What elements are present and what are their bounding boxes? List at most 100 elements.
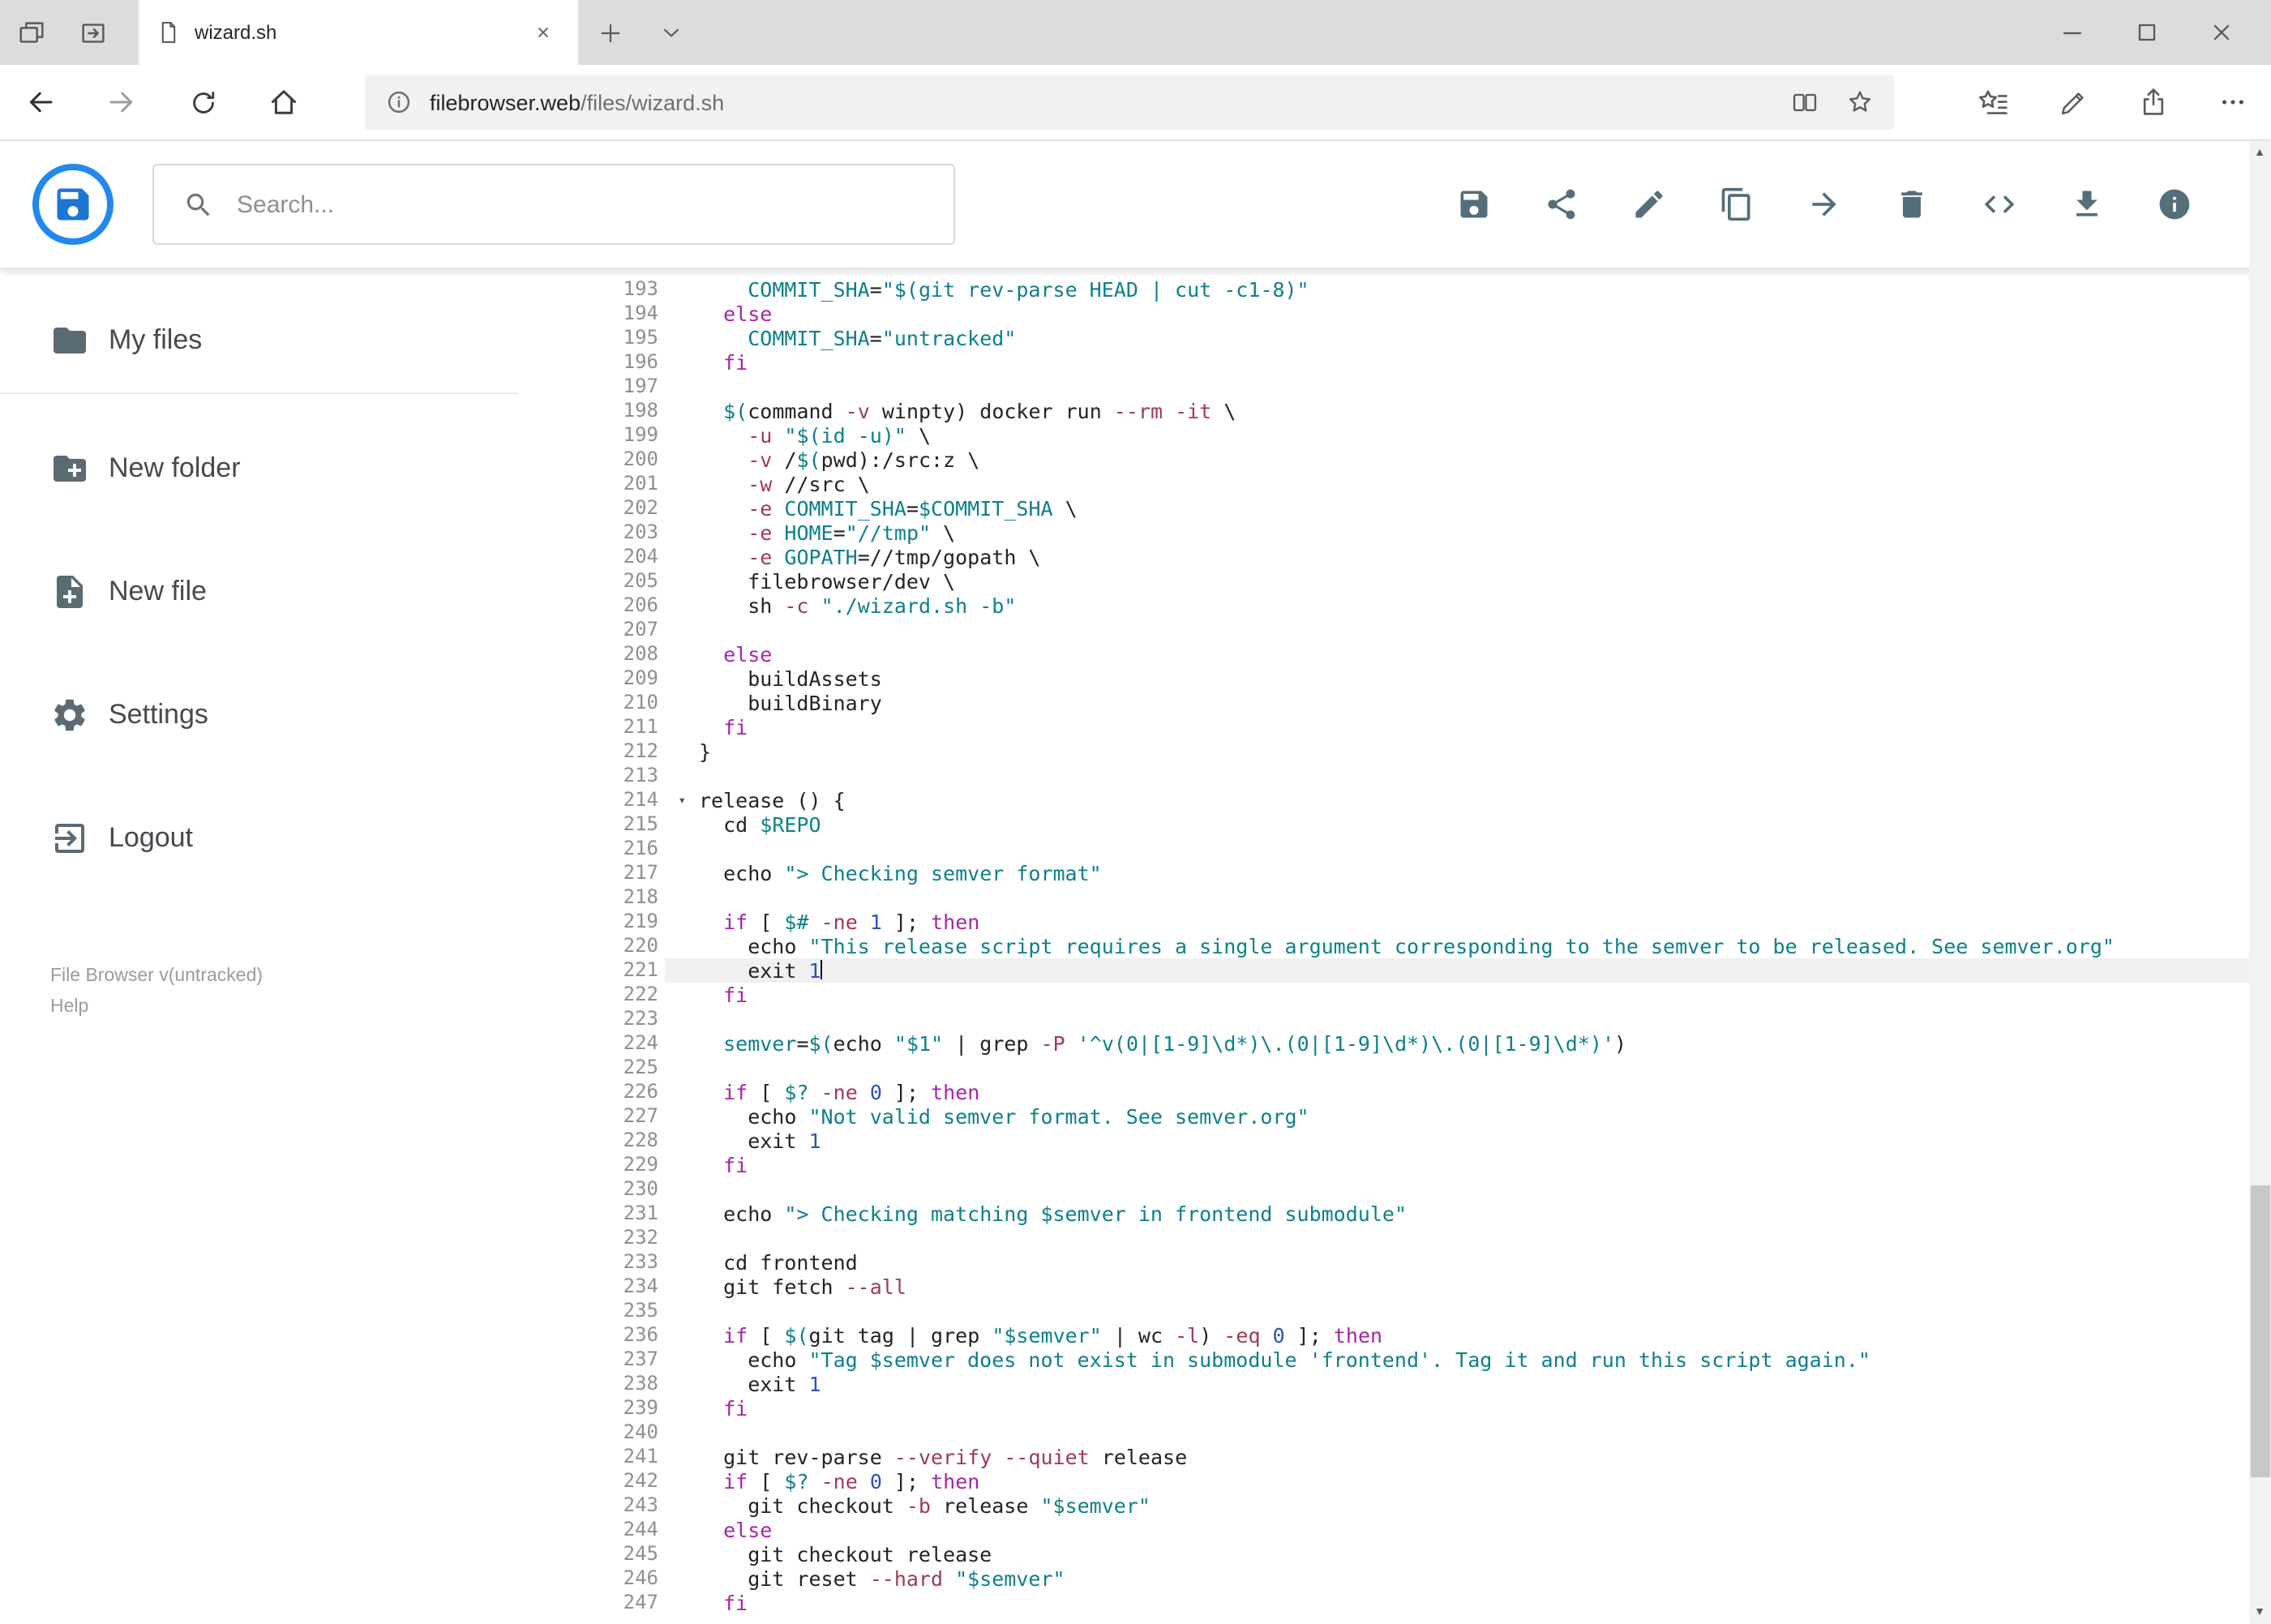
back-button[interactable] [0, 65, 81, 139]
code-line[interactable]: 229 fi [519, 1153, 2248, 1177]
scrollbar-thumb[interactable] [2250, 1185, 2269, 1477]
vertical-scrollbar[interactable]: ▲ ▼ [2248, 141, 2271, 1624]
scrollbar-down-arrow-icon[interactable]: ▼ [2248, 1600, 2271, 1624]
code-line[interactable]: 202 -e COMMIT_SHA=$COMMIT_SHA \ [519, 496, 2248, 521]
code-line[interactable]: 246 git reset --hard "$semver" [519, 1566, 2248, 1591]
sidebar-item-logout[interactable]: Logout [0, 790, 519, 887]
code-line[interactable]: 245 git checkout release [519, 1542, 2248, 1566]
code-line[interactable]: 199 -u "$(id -u)" \ [519, 423, 2248, 448]
code-line[interactable]: 225 [519, 1056, 2248, 1080]
delete-button[interactable] [1893, 186, 1929, 222]
code-line[interactable]: 198 $(command -v winpty) docker run --rm… [519, 399, 2248, 423]
raw-code-button[interactable] [1981, 186, 2016, 222]
sidebar-item-new-folder[interactable]: New folder [0, 420, 519, 517]
code-line[interactable]: 218 [519, 885, 2248, 910]
code-line[interactable]: 220 echo "This release script requires a… [519, 934, 2248, 958]
filebrowser-logo[interactable] [32, 164, 114, 245]
code-line[interactable]: 197 [519, 375, 2248, 399]
code-editor[interactable]: 193 COMMIT_SHA="$(git rev-parse HEAD | c… [519, 268, 2248, 1624]
code-line[interactable]: 214 ▾ release () { [519, 788, 2248, 812]
info-button[interactable] [2156, 186, 2192, 222]
browser-tab[interactable]: wizard.sh [138, 0, 579, 65]
code-line[interactable]: 208 else [519, 642, 2248, 666]
code-line[interactable]: 200 -v /$(pwd):/src:z \ [519, 448, 2248, 472]
code-line[interactable]: 223 [519, 1007, 2248, 1031]
code-line[interactable]: 201 -w //src \ [519, 472, 2248, 496]
more-menu-icon[interactable] [2217, 88, 2247, 117]
sidebar-item-new-file[interactable]: New file [0, 543, 519, 641]
code-line[interactable]: 247 fi [519, 1591, 2248, 1615]
code-line[interactable]: 238 exit 1 [519, 1372, 2248, 1396]
code-line[interactable]: 242 if [ $? -ne 0 ]; then [519, 1469, 2248, 1493]
save-button[interactable] [1455, 186, 1491, 222]
code-line[interactable]: 210 buildBinary [519, 691, 2248, 715]
code-line[interactable]: 243 git checkout -b release "$semver" [519, 1493, 2248, 1518]
code-line[interactable]: 244 else [519, 1518, 2248, 1542]
code-line[interactable]: 209 buildAssets [519, 666, 2248, 691]
sidebar-item-my-files[interactable]: My files [0, 292, 519, 389]
set-tabs-aside-button[interactable] [0, 0, 62, 65]
code-line[interactable]: 211 fi [519, 715, 2248, 739]
code-line[interactable]: 203 -e HOME="//tmp" \ [519, 521, 2248, 545]
search-input[interactable] [214, 189, 953, 220]
code-line[interactable]: 217 echo "> Checking semver format" [519, 861, 2248, 885]
hub-favorites-icon[interactable] [1976, 86, 2008, 118]
refresh-button[interactable] [162, 65, 243, 139]
code-line[interactable]: 207 [519, 618, 2248, 642]
code-line[interactable]: 212} [519, 739, 2248, 764]
sidebar-item-settings[interactable]: Settings [0, 666, 519, 764]
code-line[interactable]: 231 echo "> Checking matching $semver in… [519, 1202, 2248, 1226]
maximize-button[interactable] [2109, 0, 2183, 65]
code-line[interactable]: 219 if [ $# -ne 1 ]; then [519, 910, 2248, 934]
code-line[interactable]: 239 fi [519, 1396, 2248, 1420]
minimize-button[interactable] [2034, 0, 2109, 65]
move-button[interactable] [1806, 186, 1841, 222]
tab-close-icon[interactable] [525, 15, 561, 50]
address-bar[interactable]: filebrowser.web/files/wizard.sh [365, 75, 1894, 130]
help-link[interactable]: Help [50, 992, 263, 1023]
close-button[interactable] [2183, 0, 2258, 65]
code-line[interactable]: 228 exit 1 [519, 1129, 2248, 1153]
tab-preview-chevron-button[interactable] [641, 0, 702, 65]
code-line[interactable]: 205 filebrowser/dev \ [519, 569, 2248, 593]
forward-button[interactable] [81, 65, 162, 139]
code-line[interactable]: 227 echo "Not valid semver format. See s… [519, 1104, 2248, 1129]
code-line[interactable]: 221 exit 1 [519, 958, 2248, 983]
code-line[interactable]: 226 if [ $? -ne 0 ]; then [519, 1080, 2248, 1104]
code-line[interactable]: 215 cd $REPO [519, 812, 2248, 837]
code-line[interactable]: 204 -e GOPATH=//tmp/gopath \ [519, 545, 2248, 569]
download-button[interactable] [2068, 186, 2104, 222]
code-line[interactable]: 236 if [ $(git tag | grep "$semver" | wc… [519, 1323, 2248, 1348]
code-line[interactable]: 234 git fetch --all [519, 1275, 2248, 1299]
home-button[interactable] [243, 65, 324, 139]
code-line[interactable]: 230 [519, 1177, 2248, 1202]
code-line[interactable]: 216 [519, 837, 2248, 861]
code-line[interactable]: 195 COMMIT_SHA="untracked" [519, 326, 2248, 350]
code-text: -e HOME="//tmp" \ [748, 521, 956, 545]
new-tab-button[interactable] [579, 0, 641, 65]
code-line[interactable]: 194 else [519, 302, 2248, 326]
code-line[interactable]: 240 [519, 1420, 2248, 1445]
code-line[interactable]: 222 fi [519, 983, 2248, 1007]
code-line[interactable]: 193 COMMIT_SHA="$(git rev-parse HEAD | c… [519, 277, 2248, 302]
share-button[interactable] [1543, 186, 1579, 222]
reading-view-icon[interactable] [1790, 88, 1819, 117]
code-line[interactable]: 241 git rev-parse --verify --quiet relea… [519, 1445, 2248, 1469]
favorite-star-icon[interactable] [1845, 88, 1875, 117]
code-line[interactable]: 213 [519, 764, 2248, 788]
annotate-pen-icon[interactable] [2057, 87, 2088, 118]
code-line[interactable]: 196 fi [519, 350, 2248, 375]
code-line[interactable]: 233 cd frontend [519, 1250, 2248, 1275]
edit-button[interactable] [1630, 186, 1666, 222]
search-box[interactable] [152, 164, 955, 245]
code-line[interactable]: 232 [519, 1226, 2248, 1250]
tabs-set-aside-button[interactable] [62, 0, 123, 65]
code-line[interactable]: 224 semver=$(echo "$1" | grep -P '^v(0|[… [519, 1031, 2248, 1056]
fold-marker-icon[interactable]: ▾ [678, 788, 686, 812]
code-line[interactable]: 237 echo "Tag $semver does not exist in … [519, 1348, 2248, 1372]
share-page-icon[interactable] [2136, 86, 2169, 118]
scrollbar-up-arrow-icon[interactable]: ▲ [2248, 141, 2271, 165]
copy-button[interactable] [1718, 186, 1754, 222]
code-line[interactable]: 235 [519, 1299, 2248, 1323]
code-line[interactable]: 206 sh -c "./wizard.sh -b" [519, 593, 2248, 618]
